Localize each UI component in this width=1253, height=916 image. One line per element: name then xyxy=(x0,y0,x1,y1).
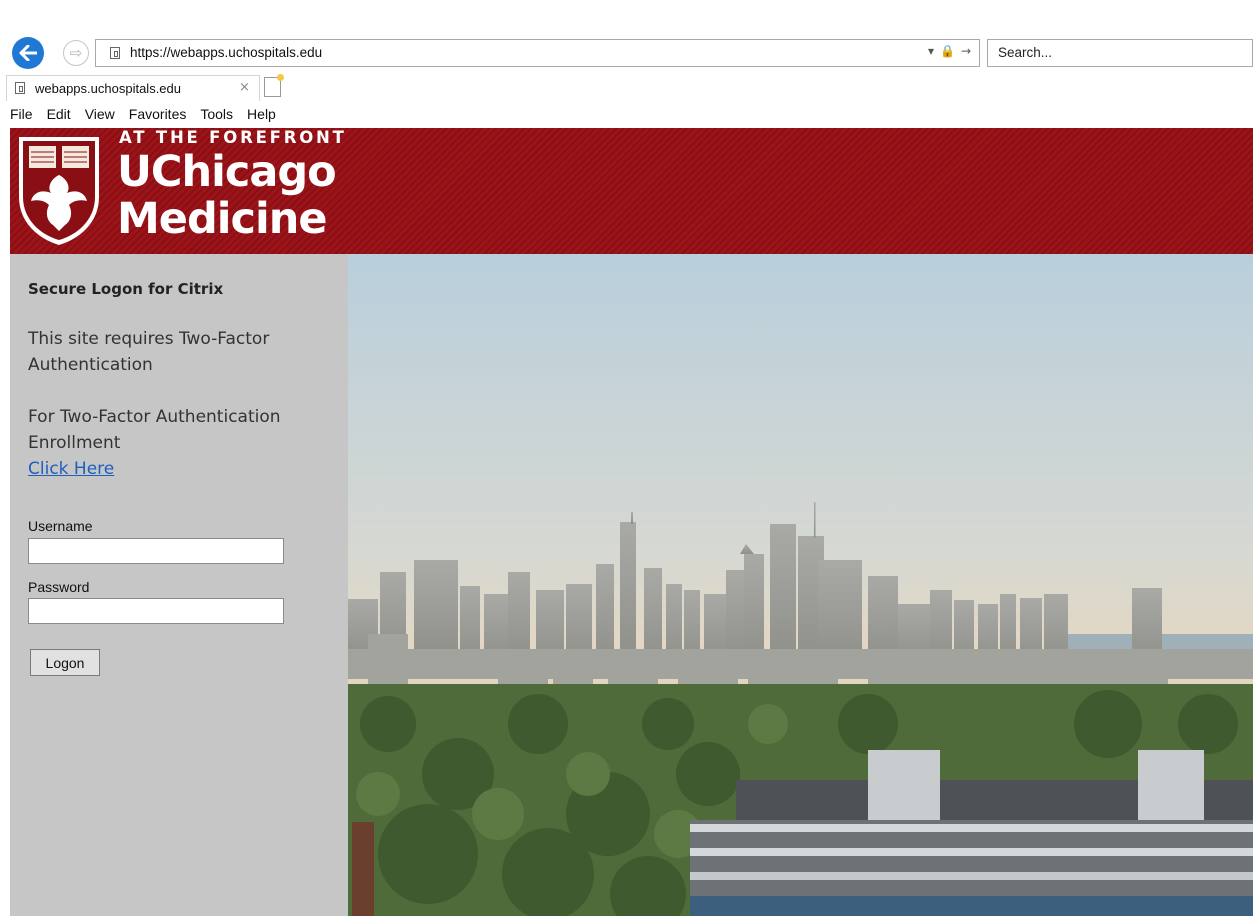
arrow-left-icon xyxy=(19,45,37,61)
logo-name-line1: UChicago xyxy=(117,147,337,197)
skyline-photo xyxy=(348,254,1253,916)
arrow-right-icon: ⇨ xyxy=(69,44,83,62)
new-tab-button[interactable] xyxy=(264,74,284,97)
enrollment-text: For Two-Factor Authentication Enrollment xyxy=(28,407,281,453)
forward-button[interactable]: ⇨ xyxy=(63,40,89,66)
chicago-skyline-image xyxy=(348,254,1253,916)
search-box[interactable] xyxy=(987,39,1253,67)
go-icon[interactable]: → xyxy=(961,44,971,58)
logo-name-line2: Medicine xyxy=(117,194,327,244)
requirement-text: This site requires Two-Factor Authentica… xyxy=(28,329,270,375)
back-button[interactable] xyxy=(12,37,44,69)
lock-icon[interactable]: 🔒 xyxy=(940,44,955,58)
address-bar[interactable]: https://webapps.uchospitals.edu ▾ 🔒 → xyxy=(95,39,980,67)
menu-edit[interactable]: Edit xyxy=(40,104,78,126)
menu-favorites[interactable]: Favorites xyxy=(122,104,194,126)
url-text[interactable]: https://webapps.uchospitals.edu xyxy=(130,45,322,60)
login-panel: Secure Logon for Citrix This site requir… xyxy=(10,254,348,916)
address-tools: ▾ 🔒 → xyxy=(928,44,971,58)
logon-button[interactable]: Logon xyxy=(30,649,100,676)
page-icon xyxy=(15,82,25,94)
tab-active[interactable]: webapps.uchospitals.edu × xyxy=(6,75,260,101)
browser-chrome: ⇨ https://webapps.uchospitals.edu ▾ 🔒 → … xyxy=(0,0,1253,128)
page-icon xyxy=(110,47,120,59)
university-crest-icon xyxy=(19,137,99,245)
page-title: Secure Logon for Citrix xyxy=(28,280,224,298)
banner-tagline: AT THE FOREFRONT xyxy=(119,128,347,147)
password-field[interactable] xyxy=(28,598,284,624)
tab-label: webapps.uchospitals.edu xyxy=(35,81,181,96)
menu-view[interactable]: View xyxy=(78,104,122,126)
enrollment-link[interactable]: Click Here xyxy=(28,459,114,479)
close-icon[interactable]: × xyxy=(239,80,250,95)
password-label: Password xyxy=(28,579,90,595)
menu-tools[interactable]: Tools xyxy=(193,104,240,126)
menu-bar: File Edit View Favorites Tools Help xyxy=(0,104,283,126)
username-field[interactable] xyxy=(28,538,284,564)
menu-help[interactable]: Help xyxy=(240,104,283,126)
dropdown-icon[interactable]: ▾ xyxy=(928,44,934,58)
menu-file[interactable]: File xyxy=(0,104,40,126)
username-label: Username xyxy=(28,518,93,534)
search-input[interactable] xyxy=(998,45,1238,60)
